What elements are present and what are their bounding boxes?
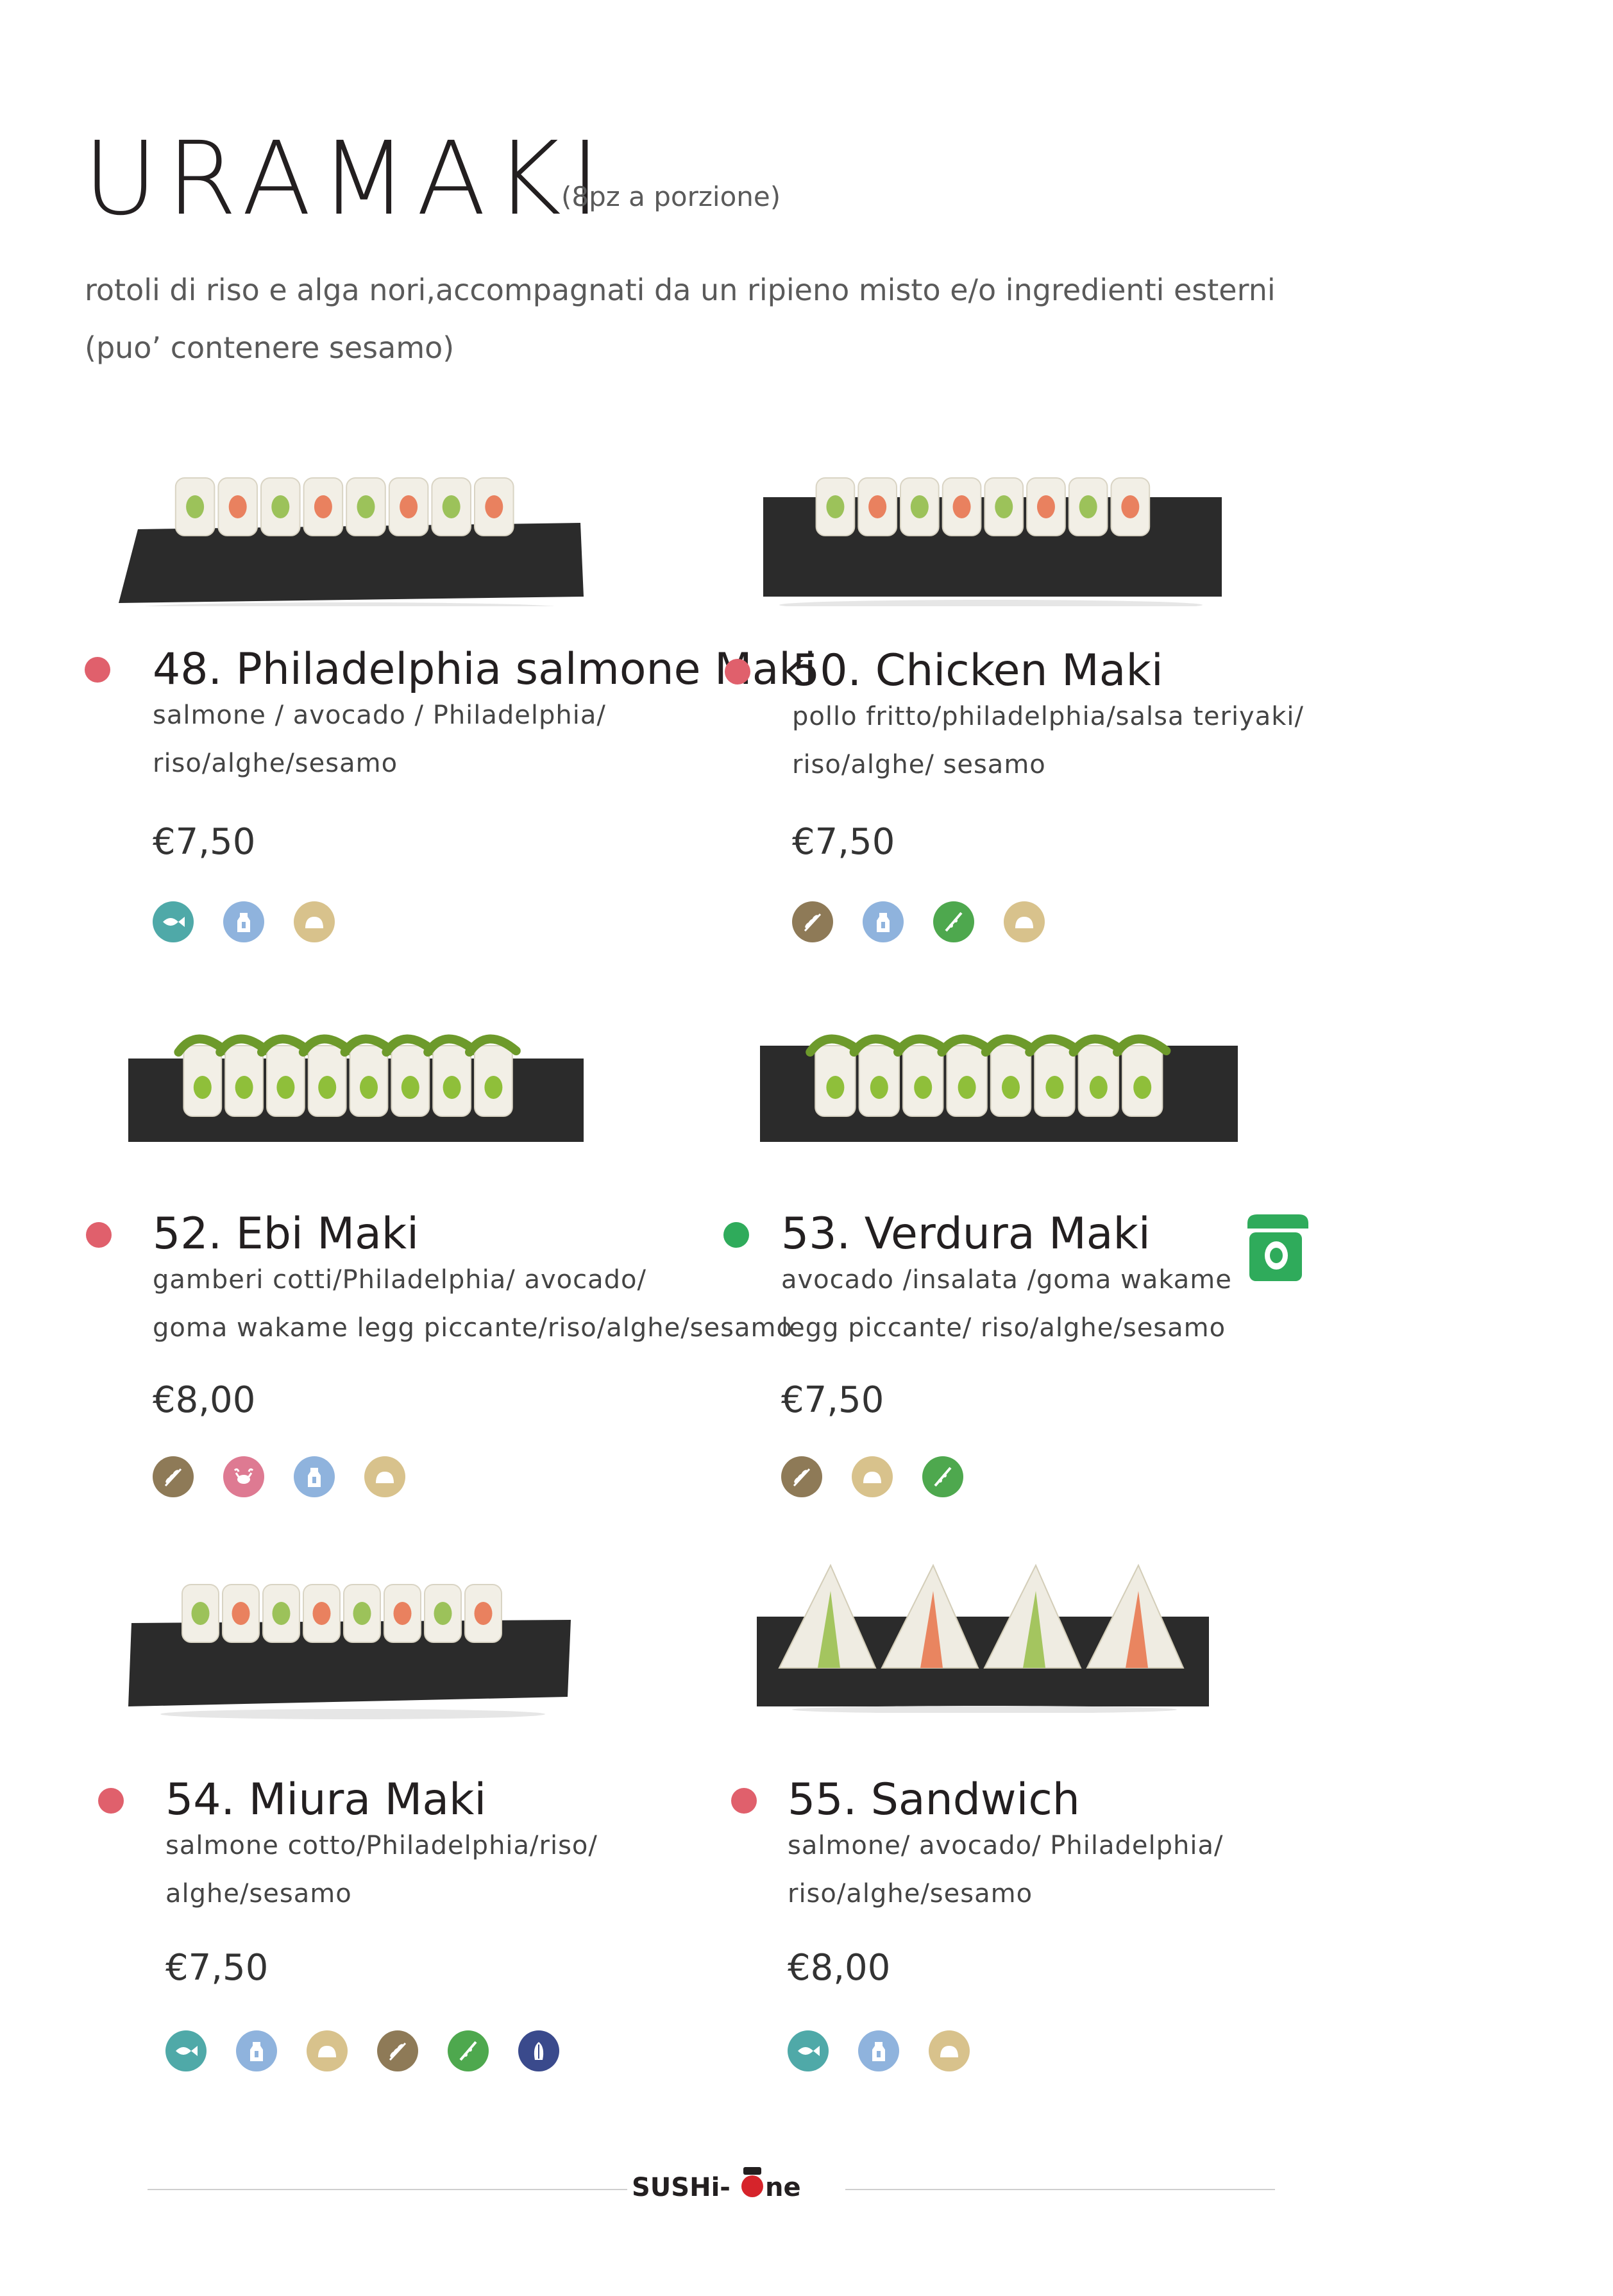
allergen-marker-dot	[731, 1788, 757, 1814]
item-name: 52. Ebi Maki	[153, 1209, 419, 1259]
item-name: 54. Miura Maki	[165, 1774, 487, 1825]
milk-icon	[294, 1456, 335, 1497]
dish-photo	[754, 1552, 1215, 1713]
item-description: salmone/ avocado/ Philadelphia/	[788, 1831, 1224, 1860]
fish-icon	[153, 901, 194, 942]
item-description: riso/alghe/sesamo	[788, 1879, 1033, 1909]
allergen-marker-dot	[725, 659, 750, 685]
vegetarian-jar-icon	[1244, 1209, 1312, 1283]
crustacean-icon	[223, 1456, 264, 1497]
brand-logo: SUSHi- ne	[632, 2161, 805, 2206]
portion-note: (8pz a porzione)	[561, 181, 781, 212]
item-name: 53. Verdura Maki	[781, 1209, 1151, 1259]
item-description: riso/alghe/sesamo	[153, 749, 398, 778]
sesame-icon	[929, 2030, 970, 2071]
milk-icon	[858, 2030, 899, 2071]
item-price: €7,50	[792, 821, 895, 863]
allergen-icons	[153, 901, 335, 942]
item-description: gamberi cotti/Philadelphia/ avocado/	[153, 1265, 646, 1295]
logo-text-right: ne	[765, 2173, 801, 2202]
allergen-marker-dot	[86, 1222, 112, 1248]
item-description: avocado /insalata /goma wakame	[781, 1265, 1232, 1295]
allergen-icons	[788, 2030, 970, 2071]
item-name: 48. Philadelphia salmone Maki	[153, 644, 816, 695]
item-price: €8,00	[788, 1947, 891, 1989]
logo-text-left: SUSHi-	[632, 2173, 730, 2202]
gluten-icon	[377, 2030, 418, 2071]
item-price: €7,50	[781, 1379, 884, 1421]
allergen-icons	[792, 901, 1045, 942]
item-description: salmone cotto/Philadelphia/riso/	[165, 1831, 598, 1860]
item-price: €7,50	[165, 1947, 269, 1989]
item-description: legg piccante/ riso/alghe/sesamo	[781, 1313, 1226, 1343]
sesame-icon	[852, 1456, 893, 1497]
item-price: €8,00	[153, 1379, 256, 1421]
soy-icon	[933, 901, 974, 942]
item-description: riso/alghe/ sesamo	[792, 750, 1046, 779]
gluten-icon	[153, 1456, 194, 1497]
item-name: 50. Chicken Maki	[792, 645, 1163, 696]
dish-photo	[757, 1001, 1244, 1155]
intro-line-2: (puo’ contenere sesamo)	[85, 330, 455, 365]
soy-icon	[448, 2030, 489, 2071]
item-name: 55. Sandwich	[788, 1774, 1080, 1825]
footer-divider	[148, 2189, 627, 2190]
sesame-icon	[307, 2030, 348, 2071]
milk-icon	[223, 901, 264, 942]
dish-photo	[128, 1565, 577, 1719]
allergen-marker-dot	[85, 657, 110, 683]
allergen-icons	[153, 1456, 405, 1497]
sesame-icon	[294, 901, 335, 942]
page-title: URAMAKI	[83, 120, 609, 238]
allergen-marker-dot	[723, 1222, 749, 1248]
milk-icon	[236, 2030, 277, 2071]
item-description: alghe/sesamo	[165, 1879, 352, 1909]
allergen-icons	[165, 2030, 559, 2071]
fish-icon	[788, 2030, 829, 2071]
item-description: goma wakame legg piccante/riso/alghe/ses…	[153, 1313, 793, 1343]
footer-divider	[845, 2189, 1275, 2190]
fish-icon	[165, 2030, 207, 2071]
item-description: salmone / avocado / Philadelphia/	[153, 701, 606, 730]
mollusc-icon	[518, 2030, 559, 2071]
sesame-icon	[364, 1456, 405, 1497]
gluten-icon	[781, 1456, 822, 1497]
item-price: €7,50	[153, 821, 256, 863]
sesame-icon	[1004, 901, 1045, 942]
dish-photo	[760, 459, 1228, 606]
allergen-icons	[781, 1456, 963, 1497]
gluten-icon	[792, 901, 833, 942]
soy-icon	[922, 1456, 963, 1497]
dish-photo	[119, 459, 593, 606]
intro-line-1: rotoli di riso e alga nori,accompagnati …	[85, 273, 1276, 307]
item-description: pollo fritto/philadelphia/salsa teriyaki…	[792, 702, 1304, 731]
allergen-marker-dot	[98, 1788, 124, 1814]
milk-icon	[863, 901, 904, 942]
dish-photo	[128, 1001, 590, 1155]
